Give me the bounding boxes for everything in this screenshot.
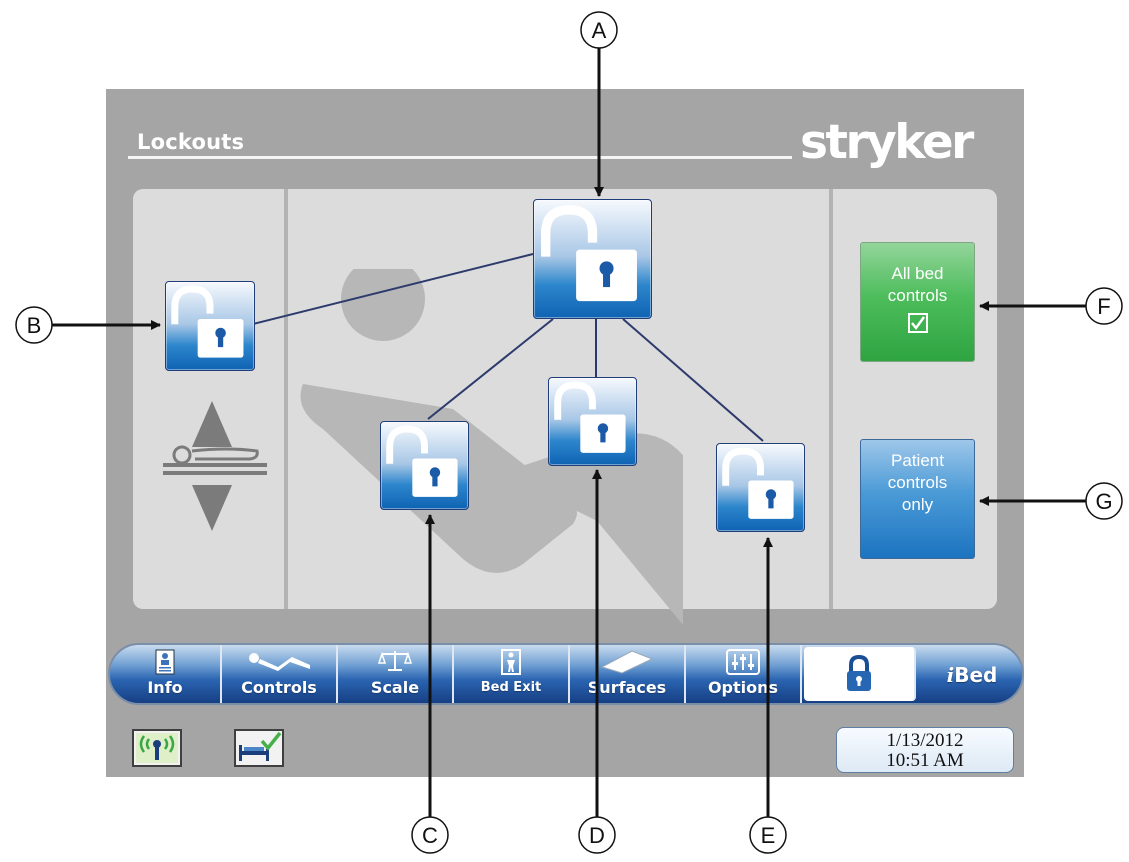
tab-controls-label: Controls [241,678,317,697]
unlocked-padlock-icon [722,447,794,519]
lockout-panel: All bed controls Patient controls only [133,189,997,625]
options-icon [726,649,760,675]
wireless-icon [136,733,178,763]
lockouts-screen: Lockouts stryker All bed controls Patien… [106,89,1024,777]
bed-exit-icon [501,649,521,675]
knee-lock-button[interactable] [548,377,637,466]
unlocked-padlock-icon [554,381,626,453]
callout-d-letter: D [589,823,605,848]
tab-bed-exit[interactable]: Bed Exit [454,645,570,703]
page-title: Lockouts [137,130,245,154]
callout-c-letter: C [422,823,438,848]
bed-check-icon [239,731,282,761]
tab-controls[interactable]: Controls [222,645,338,703]
bed-check-status-button[interactable] [234,729,284,767]
patient-controls-only-label: Patient controls only [887,451,948,514]
date-time-display[interactable]: 1/13/2012 10:51 AM [836,727,1014,773]
unlocked-padlock-icon [541,205,637,302]
callout-g-letter: G [1095,489,1112,514]
checkbox-checked-icon [907,313,928,333]
tab-surfaces-label: Surfaces [587,678,667,697]
tab-ibed-label: iBed [946,663,998,687]
title-underline [128,156,792,159]
callout-a-letter: A [592,18,607,43]
bottom-tab-bar: Info Controls Scale Bed Exit Surfaces Op… [108,643,1024,705]
tab-info-label: Info [147,678,183,697]
wireless-status-button[interactable] [132,729,182,767]
time-text: 10:51 AM [886,750,964,771]
callout-b-letter: B [27,313,42,338]
backrest-lock-button[interactable] [380,421,469,510]
master-lock-button[interactable] [533,199,652,319]
info-icon [155,649,175,675]
unlocked-padlock-icon [171,285,244,358]
tab-info[interactable]: Info [110,645,222,703]
tab-scale-label: Scale [370,678,420,697]
stryker-logo: stryker [800,115,974,170]
foot-lock-button[interactable] [716,443,805,532]
unlocked-padlock-icon [386,425,458,497]
tab-scale[interactable]: Scale [338,645,454,703]
scale-icon [378,651,412,671]
all-bed-controls-button[interactable]: All bed controls [860,242,975,362]
tab-surfaces[interactable]: Surfaces [570,645,686,703]
callout-e-letter: E [761,823,776,848]
bed-height-lock-button[interactable] [165,281,255,371]
date-text: 1/13/2012 [886,730,964,751]
tab-lockouts[interactable] [804,647,916,701]
lock-icon [847,655,871,691]
tab-ibed[interactable]: iBed [916,645,1022,703]
all-bed-controls-label: All bed controls [887,264,948,305]
tab-options[interactable]: Options [686,645,802,703]
controls-icon [249,653,310,671]
tab-options-label: Options [707,678,779,697]
patient-controls-only-button[interactable]: Patient controls only [860,439,975,559]
tab-bed-exit-label: Bed Exit [480,680,542,695]
callout-f-letter: F [1097,294,1110,319]
surfaces-icon [600,650,654,674]
